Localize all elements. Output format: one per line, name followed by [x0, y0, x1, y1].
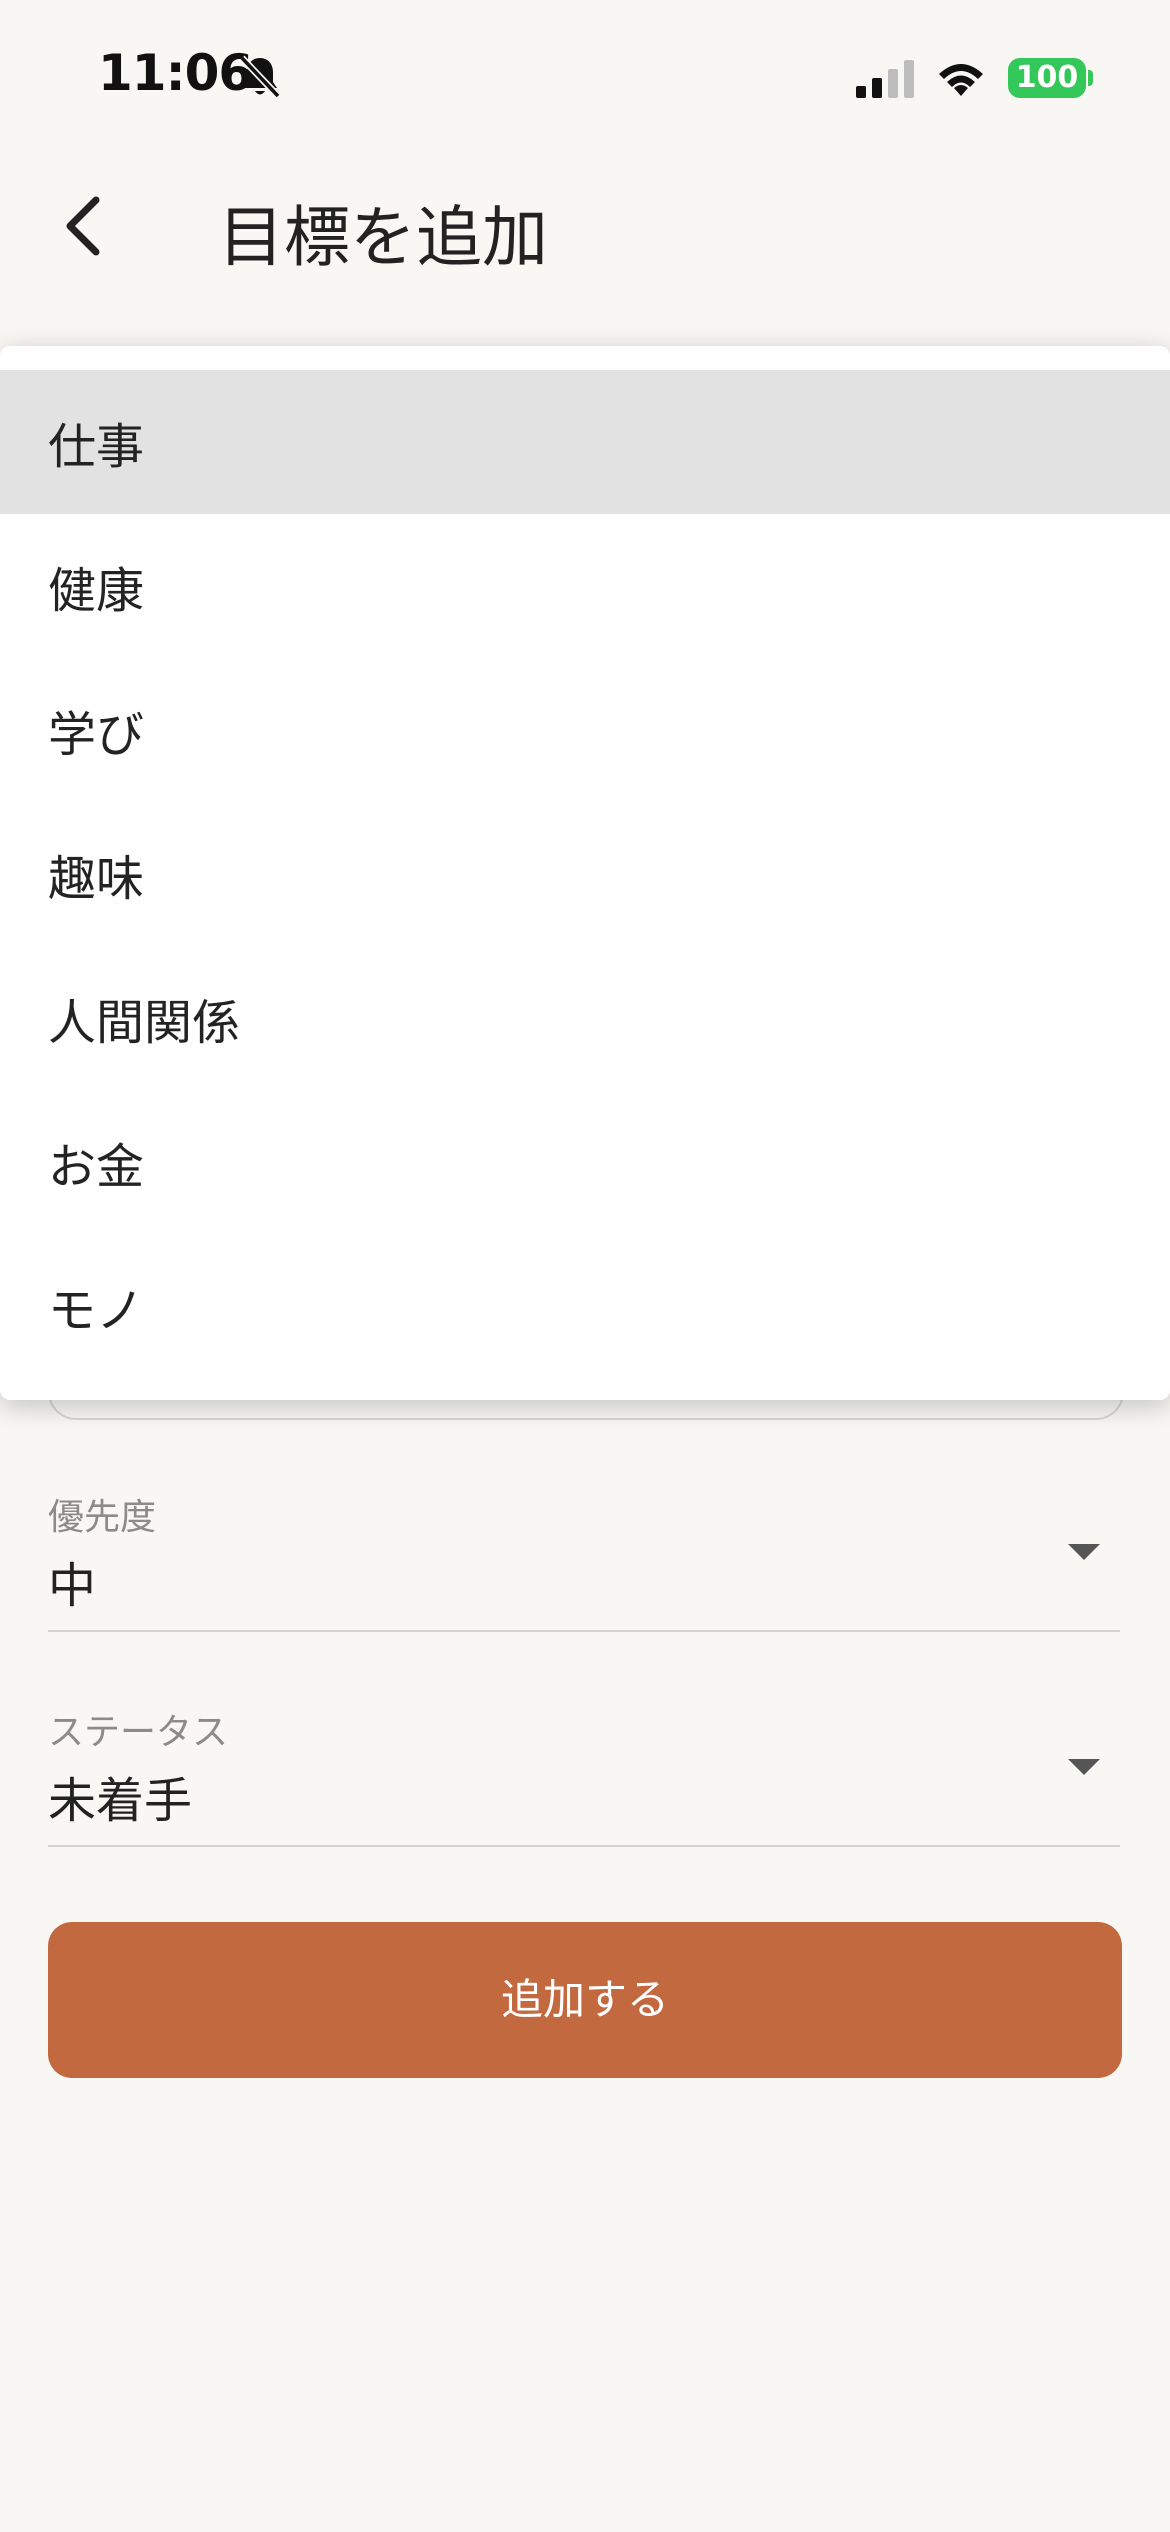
battery-tip	[1088, 70, 1093, 86]
menu-item-health[interactable]: 健康	[0, 514, 1170, 658]
caret-down-icon	[1068, 1544, 1100, 1560]
priority-value: 中	[48, 1558, 97, 1614]
battery-indicator: 100	[1008, 58, 1086, 98]
app-bar: 目標を追加	[0, 150, 1170, 300]
menu-item-relationships[interactable]: 人間関係	[0, 946, 1170, 1090]
menu-item-hobby[interactable]: 趣味	[0, 802, 1170, 946]
category-menu-list: 仕事 健康 学び 趣味 人間関係 お金 モノ	[0, 370, 1170, 1378]
page-title: 目標を追加	[218, 199, 548, 276]
menu-item-work[interactable]: 仕事	[0, 370, 1170, 514]
status-value: 未着手	[48, 1773, 193, 1829]
menu-item-money[interactable]: お金	[0, 1090, 1170, 1234]
cellular-signal-icon	[856, 60, 914, 98]
status-bar: 11:06 100	[0, 0, 1170, 150]
priority-dropdown[interactable]: 優先度 中	[48, 1480, 1120, 1632]
menu-item-learning[interactable]: 学び	[0, 658, 1170, 802]
status-time: 11:06	[98, 44, 253, 102]
priority-label: 優先度	[48, 1497, 157, 1538]
wifi-icon	[939, 64, 983, 96]
caret-down-icon	[1068, 1759, 1100, 1775]
bell-slash-icon	[239, 55, 281, 99]
chevron-left-icon	[66, 196, 100, 256]
add-goal-button[interactable]: 追加する	[48, 1922, 1122, 2078]
category-menu: 仕事 健康 学び 趣味 人間関係 お金 モノ	[0, 346, 1170, 1400]
status-dropdown[interactable]: ステータス 未着手	[48, 1695, 1120, 1847]
back-button[interactable]	[48, 190, 120, 262]
status-label: ステータス	[48, 1712, 229, 1753]
menu-item-things[interactable]: モノ	[0, 1234, 1170, 1378]
